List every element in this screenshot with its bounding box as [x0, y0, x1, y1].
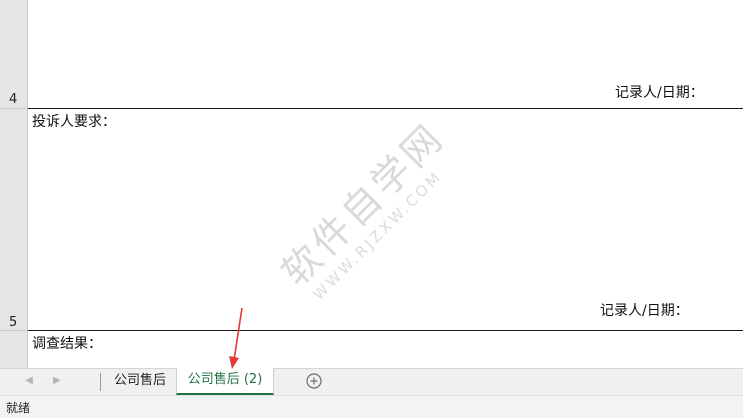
row-header-separator: [0, 108, 28, 109]
row-header-4[interactable]: 4: [0, 92, 27, 107]
cell-border: [28, 108, 743, 109]
status-ready: 就绪: [6, 401, 31, 415]
recorder-date-label[interactable]: 记录人/日期：: [600, 300, 689, 320]
add-sheet-icon[interactable]: [306, 373, 322, 389]
row-headers: 4 5: [0, 0, 28, 368]
sheet-tab-bar: ◀ ▶ 公司售后 公司售后 (2): [0, 368, 743, 395]
status-bar: 就绪: [0, 395, 743, 418]
tab-sheet-1[interactable]: 公司售后: [104, 369, 176, 394]
watermark-text: 软件自学网: [273, 120, 453, 294]
spreadsheet-window: 4 5 记录人/日期： 投诉人要求： 记录人/日期： 调查结果： 软件自学网 W…: [0, 0, 743, 418]
tab-divider: [100, 373, 101, 391]
tab-sheet-2[interactable]: 公司售后 (2): [176, 368, 274, 395]
cell-border: [28, 330, 743, 331]
row-header-5[interactable]: 5: [0, 315, 27, 330]
complainant-request-label[interactable]: 投诉人要求：: [32, 111, 116, 131]
watermark: 软件自学网 WWW.RJZXW.COM: [273, 120, 453, 300]
investigation-result-label[interactable]: 调查结果：: [32, 333, 102, 353]
scroll-left-icon[interactable]: ◀: [22, 375, 36, 386]
row-header-separator: [0, 330, 28, 331]
scroll-right-icon[interactable]: ▶: [50, 375, 64, 386]
watermark-url: WWW.RJZXW.COM: [309, 167, 446, 300]
worksheet-grid[interactable]: 4 5 记录人/日期： 投诉人要求： 记录人/日期： 调查结果： 软件自学网 W…: [0, 0, 743, 368]
recorder-date-label[interactable]: 记录人/日期：: [615, 82, 704, 102]
